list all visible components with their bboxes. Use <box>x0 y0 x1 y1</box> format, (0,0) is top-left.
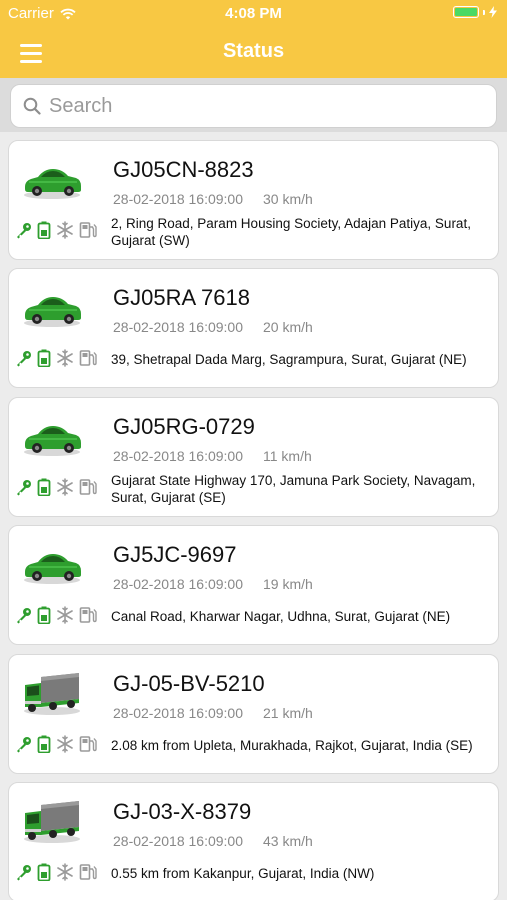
battery-status-icon <box>37 349 51 367</box>
search-input[interactable] <box>49 94 469 118</box>
ignition-key-icon <box>17 479 31 495</box>
truck-icon <box>21 797 83 845</box>
fuel-pump-icon <box>79 864 97 880</box>
vehicle-meta: 28-02-2018 16:09:00 21 km/h <box>113 705 313 721</box>
vehicle-address: Gujarat State Highway 170, Jamuna Park S… <box>111 473 476 505</box>
vehicle-address: 39, Shetrapal Dada Marg, Sagrampura, Sur… <box>111 352 467 367</box>
vehicle-plate: GJ-03-X-8379 <box>113 799 252 824</box>
battery-status-icon <box>37 863 51 881</box>
vehicle-datetime: 28-02-2018 16:09:00 <box>113 319 243 335</box>
search-box[interactable] <box>10 84 497 128</box>
vehicle-speed: 43 km/h <box>263 833 313 849</box>
vehicle-plate: GJ05RA 7618 <box>113 285 250 310</box>
vehicle-meta: 28-02-2018 16:09:00 43 km/h <box>113 833 313 849</box>
battery-status-icon <box>37 478 51 496</box>
vehicle-card[interactable]: GJ5JC-9697 28-02-2018 16:09:00 19 km/h Cana… <box>8 525 499 645</box>
vehicle-speed: 21 km/h <box>263 705 313 721</box>
vehicle-meta: 28-02-2018 16:09:00 11 km/h <box>113 448 312 464</box>
vehicle-datetime: 28-02-2018 16:09:00 <box>113 833 243 849</box>
ignition-key-icon <box>17 607 31 623</box>
car-icon <box>21 283 83 331</box>
vehicle-status-icons <box>15 735 97 753</box>
vehicle-speed: 30 km/h <box>263 191 313 207</box>
vehicle-plate: GJ5JC-9697 <box>113 542 237 567</box>
charging-bolt-icon <box>489 6 497 18</box>
vehicle-datetime: 28-02-2018 16:09:00 <box>113 705 243 721</box>
vehicle-status-icons <box>15 863 97 881</box>
vehicle-speed: 20 km/h <box>263 319 313 335</box>
app-header: Carrier 4:08 PM Status <box>0 0 507 78</box>
vehicle-meta: 28-02-2018 16:09:00 30 km/h <box>113 191 313 207</box>
fuel-pump-icon <box>79 222 97 238</box>
nav-bar: Status <box>0 28 507 78</box>
ignition-key-icon <box>17 222 31 238</box>
vehicle-plate: GJ05RG-0729 <box>113 414 255 439</box>
fuel-pump-icon <box>79 350 97 366</box>
vehicle-list: GJ05CN-8823 28-02-2018 16:09:00 30 km/h 2, … <box>0 132 507 900</box>
battery-status-icon <box>37 606 51 624</box>
ac-snowflake-icon <box>57 606 73 624</box>
search-bar <box>0 78 507 132</box>
vehicle-plate: GJ05CN-8823 <box>113 157 254 182</box>
vehicle-datetime: 28-02-2018 16:09:00 <box>113 448 243 464</box>
vehicle-card[interactable]: GJ05RA 7618 28-02-2018 16:09:00 20 km/h 39,… <box>8 268 499 388</box>
vehicle-datetime: 28-02-2018 16:09:00 <box>113 576 243 592</box>
truck-icon <box>21 669 83 717</box>
fuel-pump-icon <box>79 736 97 752</box>
vehicle-speed: 19 km/h <box>263 576 313 592</box>
vehicle-card[interactable]: GJ-05-BV-5210 28-02-2018 16:09:00 21 km/h 2… <box>8 654 499 774</box>
page-title: Status <box>222 40 285 62</box>
vehicle-card[interactable]: GJ05RG-0729 28-02-2018 16:09:00 11 km/h Guj… <box>8 397 499 517</box>
vehicle-meta: 28-02-2018 16:09:00 19 km/h <box>113 576 313 592</box>
vehicle-status-icons <box>15 349 97 367</box>
vehicle-meta: 28-02-2018 16:09:00 20 km/h <box>113 319 313 335</box>
car-icon <box>21 412 83 460</box>
vehicle-status-icons <box>15 221 97 239</box>
clock: 4:08 PM <box>225 5 282 22</box>
ignition-key-icon <box>17 736 31 752</box>
vehicle-card[interactable]: GJ05CN-8823 28-02-2018 16:09:00 30 km/h 2, … <box>8 140 499 260</box>
battery-status-icon <box>37 735 51 753</box>
vehicle-address: 2, Ring Road, Param Housing Society, Ada… <box>111 216 471 248</box>
vehicle-card[interactable]: GJ-03-X-8379 28-02-2018 16:09:00 43 km/h 0.… <box>8 782 499 900</box>
search-icon <box>23 97 41 115</box>
vehicle-plate: GJ-05-BV-5210 <box>113 671 265 696</box>
car-icon <box>21 155 83 203</box>
car-icon <box>21 540 83 588</box>
battery-icon <box>453 6 479 18</box>
ac-snowflake-icon <box>57 735 73 753</box>
ac-snowflake-icon <box>57 863 73 881</box>
ac-snowflake-icon <box>57 221 73 239</box>
fuel-pump-icon <box>79 479 97 495</box>
vehicle-address: 2.08 km from Upleta, Murakhada, Rajkot, … <box>111 738 473 753</box>
fuel-pump-icon <box>79 607 97 623</box>
vehicle-speed: 11 km/h <box>263 448 312 464</box>
battery-indicator <box>453 6 497 18</box>
vehicle-datetime: 28-02-2018 16:09:00 <box>113 191 243 207</box>
ac-snowflake-icon <box>57 349 73 367</box>
vehicle-address: 0.55 km from Kakanpur, Gujarat, India (N… <box>111 866 375 881</box>
ios-status-bar: Carrier 4:08 PM <box>0 0 507 28</box>
battery-status-icon <box>37 221 51 239</box>
vehicle-address: Canal Road, Kharwar Nagar, Udhna, Surat,… <box>111 609 451 624</box>
vehicle-status-icons <box>15 478 97 496</box>
vehicle-status-icons <box>15 606 97 624</box>
ac-snowflake-icon <box>57 478 73 496</box>
ignition-key-icon <box>17 864 31 880</box>
ignition-key-icon <box>17 350 31 366</box>
